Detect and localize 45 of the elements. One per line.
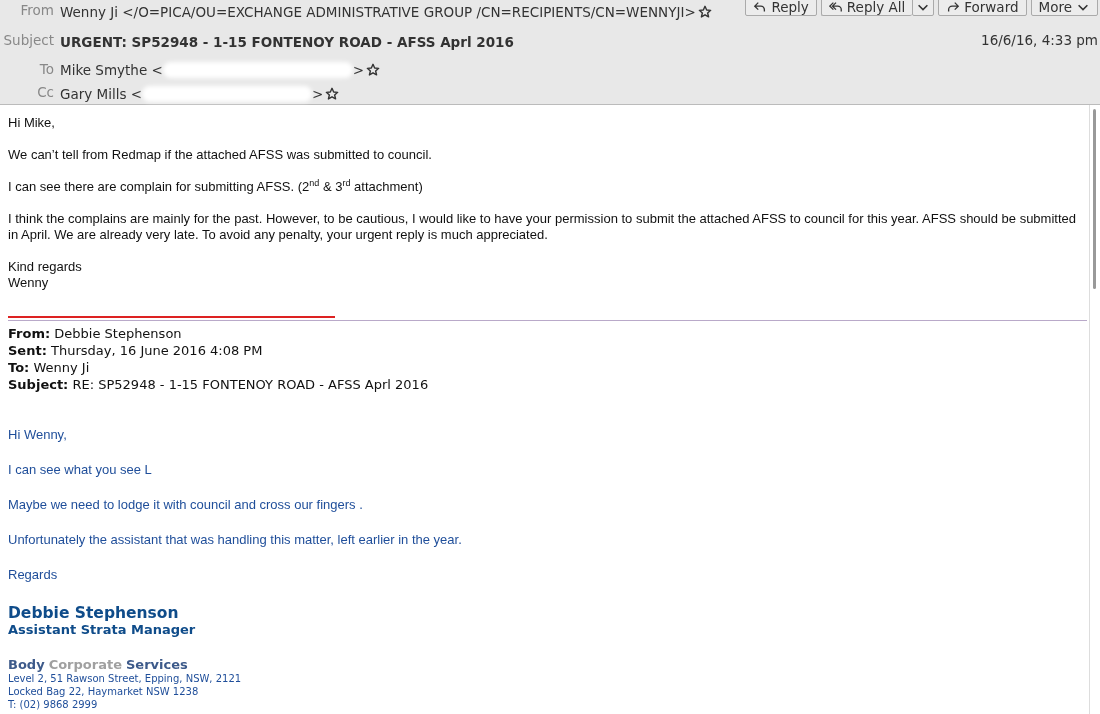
reply-all-button[interactable]: Reply All [820, 0, 913, 16]
star-icon[interactable] [697, 4, 712, 19]
signature-name: Debbie Stephenson [8, 604, 180, 622]
from-label: From [19, 2, 54, 20]
company-name-word: Corporate [48, 657, 122, 672]
email-subject: URGENT: SP52948 - 1-15 FONTENOY ROAD - AFSS Aprl 2016 [60, 32, 515, 52]
quoted-header-line: Subject: RE: SP52948 - 1-15 FONTENOY ROAD - AFSS Aprl 2016 [8, 376, 430, 393]
signature-title: Assistant Strata Manager [8, 622, 197, 637]
message-paragraph: Kind regards Wenny [8, 259, 83, 291]
message-paragraph: I think the complains are mainly for the past. However, to be cautious, I would like to have your permission to submit the attached AFSS to council for this year. AFSS should be submitted in April. We are already very late. To avoid any penalty, your urgent reply is much appreciated. [8, 211, 1077, 243]
recipient-label: To [38, 60, 54, 79]
company-name-word: Body [8, 657, 45, 672]
company-name-word: Services [125, 657, 188, 672]
email-date: 16/6/16, 4:33 pm [980, 31, 1098, 50]
quoted-paragraph: Maybe we need to lodge it with council and cross our fingers . [8, 497, 364, 512]
star-icon[interactable] [325, 87, 340, 102]
quoted-paragraph: Regards [8, 567, 59, 582]
reply-all-arrow-icon [828, 0, 843, 14]
recipient-bracket: > [312, 86, 324, 103]
forward-arrow-icon [946, 0, 961, 14]
signature-line: Locked Bag 22, Haymarket NSW 1238 [8, 685, 200, 698]
quoted-header-line: From: Debbie Stephenson [8, 325, 183, 342]
message-paragraph: I can see there are complain for submitting AFSS. (2$^{nd}$ & 3$^{rd}$ attachment) [8, 179, 424, 195]
quoted-header-line: Sent: Thursday, 16 June 2016 4:08 PM [8, 342, 264, 359]
quoted-paragraph: Hi Wenny, [8, 427, 68, 442]
subject-label: Subject [2, 31, 54, 50]
forward-button[interactable]: Forward [938, 0, 1027, 16]
message-paragraph: Hi Mike, [8, 115, 56, 131]
recipient-name[interactable]: Gary Mills < [60, 86, 143, 103]
recipient-label: Cc [36, 84, 54, 103]
quoted-paragraph: Unfortunately the assistant that was handling this matter, left earlier in the year. [8, 532, 463, 547]
more-button[interactable]: More [1030, 0, 1098, 16]
dropdown-button[interactable] [912, 0, 935, 16]
quoted-header-line: To: Wenny Ji [8, 359, 91, 376]
reply-arrow-icon [753, 0, 768, 14]
signature-line: Level 2, 51 Rawson Street, Epping, NSW, 2121 [8, 672, 243, 685]
sender-address[interactable]: Wenny Ji </O=PICA/OU=EXCHANGE ADMINISTRATIVE GROUP /CN=RECIPIENTS/CN=WENNYJI> [60, 3, 696, 20]
recipient-name[interactable]: Mike Smythe < [60, 62, 163, 79]
message-paragraph: We can’t tell from Redmap if the attached AFSS was submitted to council. [8, 147, 433, 163]
scrollbar-thumb[interactable] [1093, 109, 1096, 289]
signature-line: T: (02) 9868 2999 [8, 698, 99, 711]
recipient-bracket: > [352, 62, 365, 79]
star-icon[interactable] [366, 63, 381, 78]
quoted-paragraph: I can see what you see L [8, 462, 153, 477]
reply-button[interactable]: Reply [745, 0, 817, 16]
